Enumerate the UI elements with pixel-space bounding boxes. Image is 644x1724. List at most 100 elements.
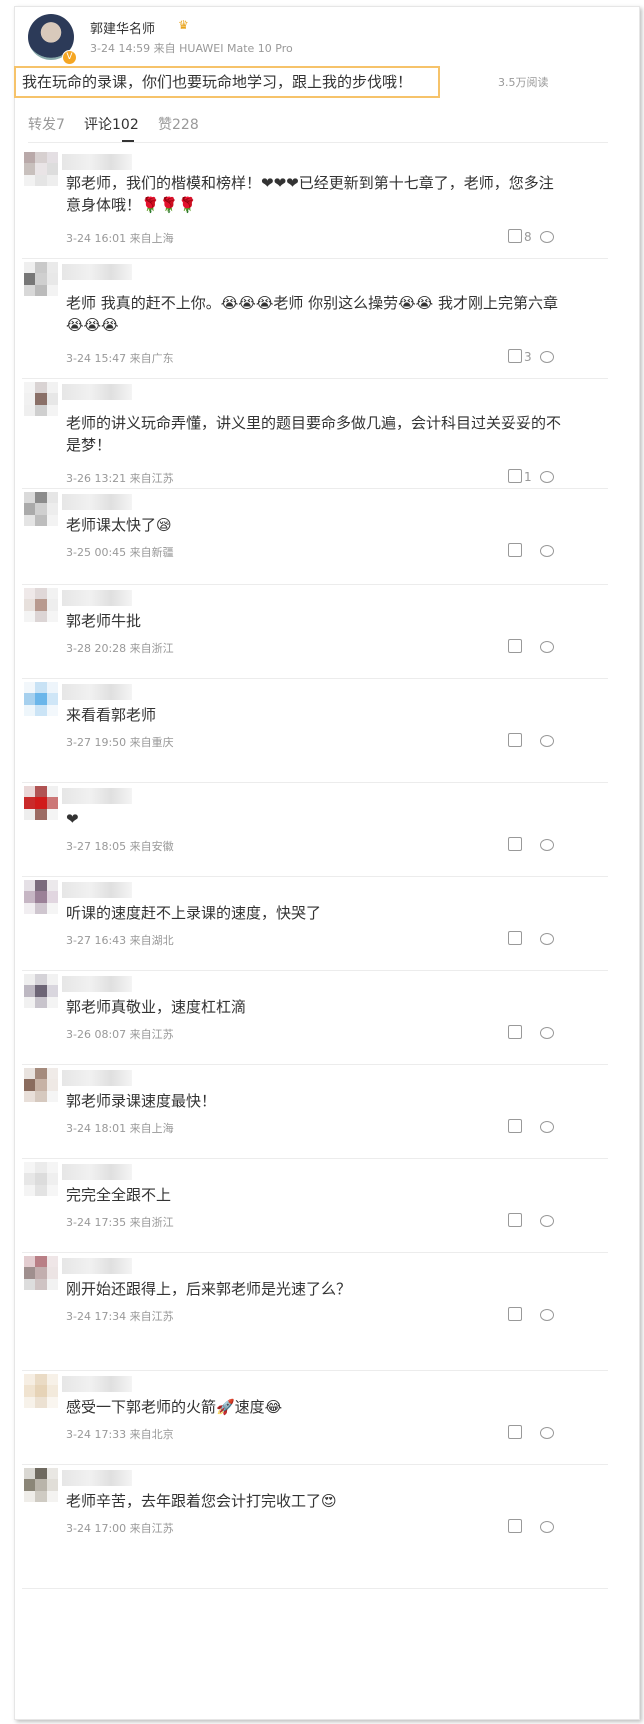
like-button[interactable] <box>508 931 524 946</box>
comment-item: 老师辛苦，去年跟着您会计打完收工了😍 3-24 17:00 来自江苏 <box>22 1464 608 1589</box>
like-button[interactable] <box>508 733 524 748</box>
commenter-name-blurred[interactable] <box>62 494 132 510</box>
reply-icon[interactable] <box>540 641 554 653</box>
like-button[interactable]: 8 <box>508 229 532 244</box>
like-button[interactable] <box>508 1213 524 1228</box>
avatar-pixel <box>24 1256 36 1268</box>
avatar-pixel <box>46 1385 58 1397</box>
reply-icon[interactable] <box>540 735 554 747</box>
commenter-avatar[interactable] <box>24 492 58 526</box>
commenter-name-blurred[interactable] <box>62 684 132 700</box>
comment-time: 3-24 17:35 来自浙江 <box>66 1216 174 1229</box>
like-button[interactable] <box>508 837 524 852</box>
comment-text: 完完全全跟不上 <box>66 1186 172 1204</box>
commenter-avatar[interactable] <box>24 682 58 716</box>
like-button[interactable] <box>508 1119 524 1134</box>
commenter-avatar[interactable] <box>24 880 58 914</box>
commenter-name-blurred[interactable] <box>62 1164 132 1180</box>
reply-icon[interactable] <box>540 1215 554 1227</box>
like-button[interactable] <box>508 1307 524 1322</box>
commenter-avatar[interactable] <box>24 974 58 1008</box>
avatar-pixel <box>46 1256 58 1268</box>
commenter-name-blurred[interactable] <box>62 264 132 280</box>
comment-item: 老师的讲义玩命弄懂，讲义里的题目要命多做几遍，会计科目过关妥妥的不是梦！ 3-26… <box>22 378 608 489</box>
avatar-pixel <box>24 808 36 820</box>
commenter-name-blurred[interactable] <box>62 384 132 400</box>
avatar-pixel <box>35 891 47 903</box>
avatar-pixel <box>24 786 36 798</box>
comment-text: 来看看郭老师 <box>66 706 157 724</box>
reply-icon[interactable] <box>540 839 554 851</box>
avatar-pixel <box>35 974 47 986</box>
author-name[interactable]: 郭建华名师 <box>90 18 155 37</box>
like-count: 1 <box>524 470 532 484</box>
reply-icon[interactable] <box>540 1027 554 1039</box>
commenter-avatar[interactable] <box>24 786 58 820</box>
avatar-pixel <box>46 1468 58 1480</box>
comment-text: 郭老师真敬业，速度杠杠滴 <box>66 998 247 1016</box>
commenter-name-blurred[interactable] <box>62 590 132 606</box>
like-button[interactable]: 1 <box>508 469 532 484</box>
commenter-avatar[interactable] <box>24 152 58 186</box>
avatar-pixel <box>46 1479 58 1491</box>
avatar-pixel <box>35 404 47 416</box>
avatar-pixel <box>24 1068 36 1080</box>
avatar-pixel <box>46 284 58 296</box>
commenter-avatar[interactable] <box>24 382 58 416</box>
reply-icon[interactable] <box>540 1309 554 1321</box>
avatar-pixel <box>35 163 47 175</box>
commenter-name-blurred[interactable] <box>62 788 132 804</box>
reply-icon[interactable] <box>540 933 554 945</box>
reply-icon[interactable] <box>540 231 554 243</box>
avatar-pixel <box>35 1385 47 1397</box>
like-button[interactable] <box>508 543 524 558</box>
reply-icon[interactable] <box>540 545 554 557</box>
like-button[interactable] <box>508 1425 524 1440</box>
commenter-name-blurred[interactable] <box>62 1258 132 1274</box>
reply-icon[interactable] <box>540 351 554 363</box>
tab-likes[interactable]: 赞228 <box>158 114 199 134</box>
comment-item: 听课的速度赶不上录课的速度，快哭了 3-27 16:43 来自湖北 <box>22 876 608 971</box>
reply-icon[interactable] <box>540 1427 554 1439</box>
reply-icon[interactable] <box>540 1521 554 1533</box>
avatar-pixel <box>46 262 58 274</box>
commenter-avatar[interactable] <box>24 1374 58 1408</box>
thumbs-up-icon <box>508 469 522 483</box>
commenter-avatar[interactable] <box>24 1068 58 1102</box>
commenter-avatar[interactable] <box>24 1256 58 1290</box>
reply-icon[interactable] <box>540 471 554 483</box>
commenter-name-blurred[interactable] <box>62 882 132 898</box>
like-button[interactable] <box>508 1025 524 1040</box>
avatar-pixel <box>35 610 47 622</box>
avatar-pixel <box>35 514 47 526</box>
reply-icon[interactable] <box>540 1121 554 1133</box>
tab-comments[interactable]: 评论102 <box>84 114 139 134</box>
avatar-pixel <box>35 682 47 694</box>
commenter-avatar[interactable] <box>24 1468 58 1502</box>
commenter-name-blurred[interactable] <box>62 1376 132 1392</box>
avatar-pixel <box>24 902 36 914</box>
comment-item: 老师课太快了😪 3-25 00:45 来自新疆 <box>22 488 608 585</box>
commenter-name-blurred[interactable] <box>62 1470 132 1486</box>
tab-reposts[interactable]: 转发7 <box>28 114 65 134</box>
commenter-avatar[interactable] <box>24 588 58 622</box>
commenter-avatar[interactable] <box>24 262 58 296</box>
like-button[interactable]: 3 <box>508 349 532 364</box>
commenter-avatar[interactable] <box>24 1162 58 1196</box>
thumbs-up-icon <box>508 639 522 653</box>
avatar-pixel <box>35 1490 47 1502</box>
comment-text: 郭老师录课速度最快！ <box>66 1092 217 1110</box>
thumbs-up-icon <box>508 1307 522 1321</box>
commenter-name-blurred[interactable] <box>62 154 132 170</box>
avatar-pixel <box>35 1079 47 1091</box>
avatar-pixel <box>46 1068 58 1080</box>
avatar-pixel <box>24 693 36 705</box>
active-tab-indicator <box>122 140 134 142</box>
commenter-name-blurred[interactable] <box>62 1070 132 1086</box>
like-button[interactable] <box>508 1519 524 1534</box>
commenter-name-blurred[interactable] <box>62 976 132 992</box>
comment-time: 3-24 15:47 来自广东 <box>66 352 174 365</box>
comment-text: 感受一下郭老师的火箭🚀速度😂 <box>66 1398 283 1416</box>
like-button[interactable] <box>508 639 524 654</box>
thumbs-up-icon <box>508 1025 522 1039</box>
